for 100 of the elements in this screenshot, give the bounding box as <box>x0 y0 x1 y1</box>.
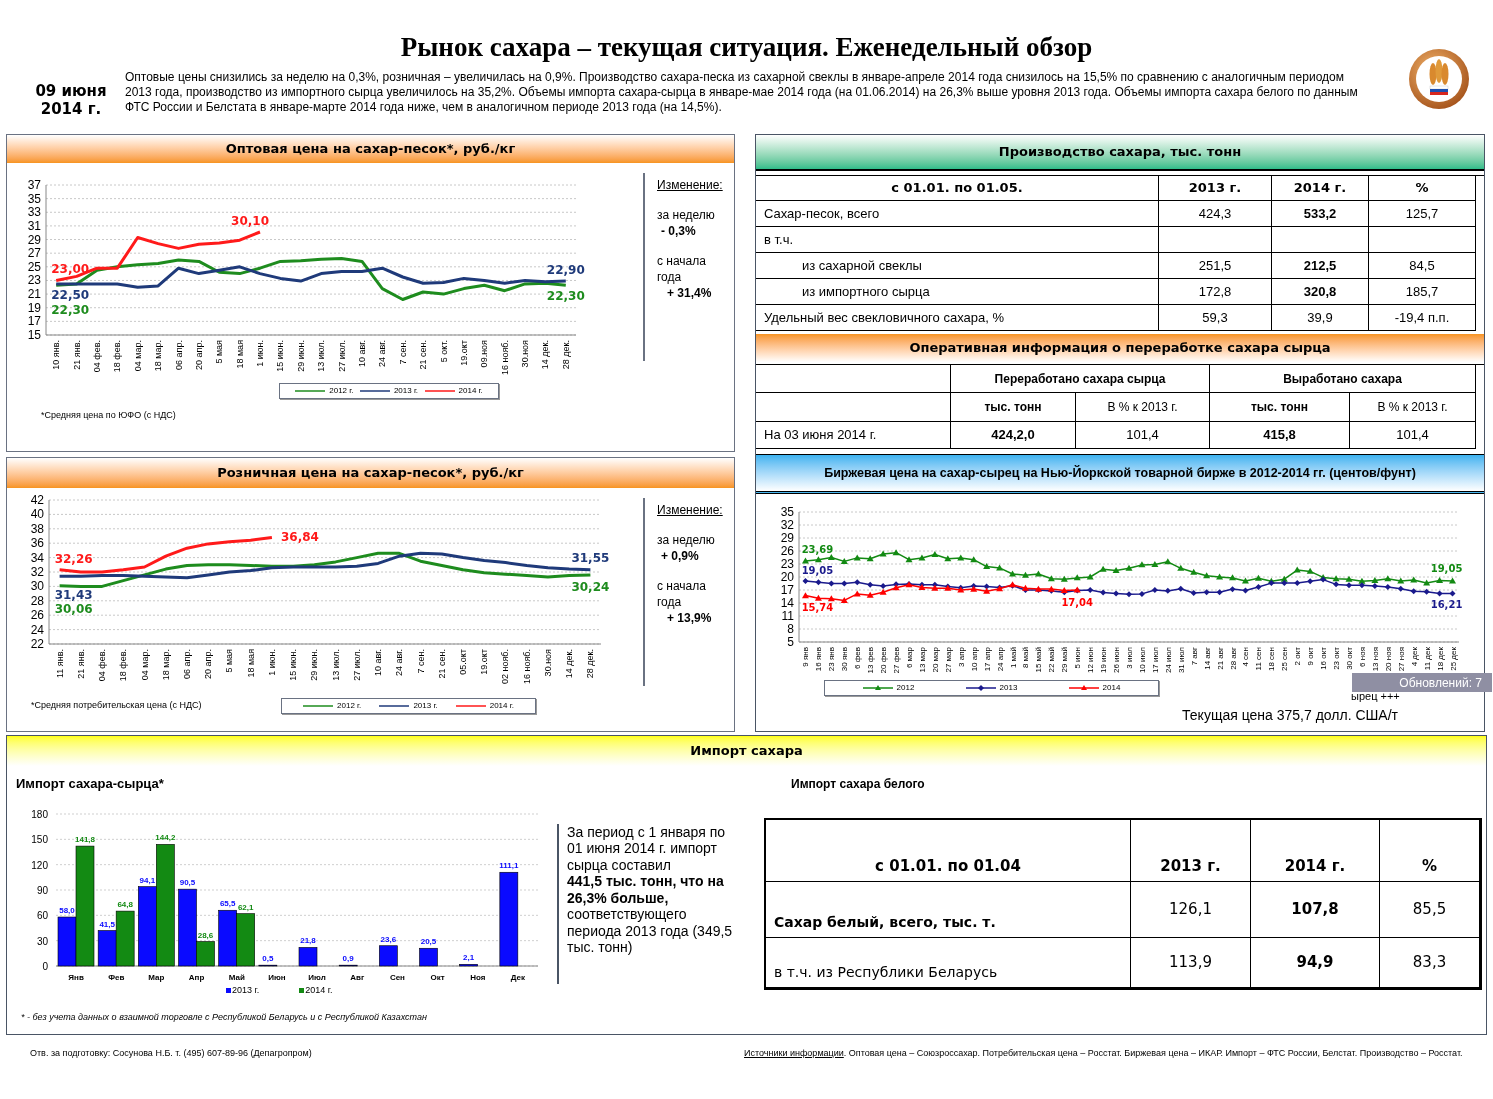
column-header: В % к 2013 г. <box>1076 393 1210 422</box>
section-title: Производство сахара, тыс. тонн <box>998 143 1242 162</box>
axis-label: 17 <box>780 583 794 597</box>
axis-label: 29 май <box>1060 647 1070 673</box>
axis-label: 16 янв <box>814 647 824 672</box>
column-header: с 01.01. по 01.04 <box>766 820 1131 882</box>
axis-label: 32 <box>780 518 794 532</box>
axis-label: 27 июл. <box>351 649 362 681</box>
ytd-label: с начала года <box>657 253 707 285</box>
data-label: 19,05 <box>1430 562 1463 574</box>
axis-label: 21 янв. <box>75 649 86 679</box>
column-header: 2013 г. <box>1131 820 1251 882</box>
data-label: 30,24 <box>571 579 610 594</box>
section-title: Розничная цена на сахар-песок*, руб./кг <box>217 464 524 483</box>
data-label: 65,5 <box>219 898 236 908</box>
axis-label: 23 окт <box>1332 647 1342 670</box>
axis-label: 23 <box>27 273 41 288</box>
axis-label: 20 апр. <box>193 340 204 370</box>
week-label: за неделю <box>657 532 716 548</box>
axis-label: 17 апр <box>982 647 992 672</box>
data-label: 21,8 <box>300 935 316 945</box>
data-label: 31,43 <box>54 588 93 603</box>
table-cell: 212,5 <box>1272 253 1369 279</box>
column-header: Переработано сахара сырца <box>951 365 1210 393</box>
table-cell: Сахар белый, всего, тыс. т. <box>766 882 1131 938</box>
axis-label: 16 нояб. <box>521 649 532 684</box>
axis-label: 25 сен <box>1280 647 1290 671</box>
data-label: 22,90 <box>546 263 585 278</box>
axis-label: 14 дек. <box>564 649 575 679</box>
axis-label: 30.ноя <box>520 340 531 368</box>
axis-label: 09.ноя <box>479 340 490 368</box>
axis-label: 21 сен. <box>436 649 447 679</box>
axis-label: 20 мар <box>930 647 940 673</box>
table-cell: 101,4 <box>1076 422 1210 449</box>
section-title: Оптовая цена на сахар-песок*, руб./кг <box>225 140 516 159</box>
axis-label: 04 фев. <box>97 649 108 682</box>
axis-label: 18 мар. <box>160 649 171 681</box>
table-cell: из сахарной свеклы <box>756 253 1159 279</box>
axis-label: 21 <box>27 287 41 302</box>
axis-label: 28 <box>30 593 44 608</box>
axis-label: 04 мар. <box>132 340 143 372</box>
legend-label: 2014 г. <box>489 702 514 710</box>
table-cell: 85,5 <box>1380 882 1480 938</box>
axis-label: 18 мар. <box>153 340 164 372</box>
table-cell: в т.ч. из Республики Беларусь <box>766 938 1131 988</box>
axis-label: 28 дек. <box>585 649 596 679</box>
data-label: 36,84 <box>280 530 319 545</box>
table-cell: 113,9 <box>1131 938 1251 988</box>
axis-label: 25 <box>27 259 41 274</box>
axis-label: 5 мая <box>224 649 235 673</box>
axis-label: 31 июл <box>1176 647 1186 674</box>
data-label: 22,50 <box>51 287 90 302</box>
table-cell: 172,8 <box>1159 279 1272 305</box>
axis-label: 1 май <box>1008 647 1018 669</box>
data-label: 90,5 <box>179 877 196 887</box>
axis-label: 19.окт <box>479 649 490 675</box>
axis-label: Мар <box>148 972 165 982</box>
axis-label: 32 <box>30 565 44 579</box>
axis-label: 36 <box>30 536 44 551</box>
legend-label: 2012 <box>896 684 915 692</box>
axis-label: 13 июл. <box>316 340 327 372</box>
table-cell: Сахар-песок, всего <box>756 201 1159 227</box>
axis-label: 150 <box>31 833 48 845</box>
axis-label: 60 <box>36 909 48 921</box>
axis-label: 2 окт <box>1293 647 1303 666</box>
axis-label: 12 июн <box>1086 647 1096 673</box>
axis-label: Ноя <box>470 972 486 982</box>
axis-label: 27 фев <box>892 647 902 674</box>
column-header: тыс. тонн <box>1210 393 1350 422</box>
axis-label: 13 июл. <box>330 649 341 681</box>
axis-label: 7 сен. <box>415 649 426 674</box>
column-header: В % к 2013 г. <box>1350 393 1476 422</box>
report-date: 2014 г. <box>40 100 102 118</box>
axis-label: 15 <box>27 328 41 342</box>
axis-label: 24 апр <box>995 647 1005 672</box>
axis-label: 37 <box>27 178 41 192</box>
axis-label: 40 <box>30 507 44 522</box>
axis-label: 3 июл <box>1125 647 1134 669</box>
axis-label: 180 <box>31 808 48 820</box>
footnote: *Средняя цена по ЮФО (с НДС) <box>41 409 177 422</box>
axis-label: 15 май <box>1034 647 1044 673</box>
axis-label: 27 июл. <box>336 340 347 372</box>
axis-label: 23 янв <box>827 647 837 672</box>
axis-label: Фев <box>108 972 125 982</box>
update-badge: Обновлений: 7 <box>1352 673 1492 692</box>
week-value: + 0,9% <box>660 548 700 564</box>
axis-label: 29 <box>27 232 41 247</box>
axis-label: 9 янв <box>801 647 811 667</box>
page-title: Рынок сахара – текущая ситуация. Еженедельный обзор <box>399 32 1094 62</box>
axis-label: 27 <box>27 246 41 261</box>
axis-label: 30.ноя <box>542 649 553 677</box>
legend-label: 2013 г. <box>413 702 438 710</box>
axis-label: 0 <box>42 960 48 972</box>
axis-label: 24 авг. <box>377 340 388 367</box>
legend-label: 2012 г. <box>337 702 362 710</box>
legend-label: 2013 г. <box>393 387 419 395</box>
table-cell: 533,2 <box>1272 201 1369 227</box>
axis-label: 1 июн. <box>255 340 266 367</box>
section-title: Биржевая цена на сахар-сырец на Нью-Йоркской товарной бирже в 2012-2014 гг. (центов/фунт) <box>824 464 1416 482</box>
section-title: Оперативная информация о переработке сахара сырца <box>909 339 1331 358</box>
